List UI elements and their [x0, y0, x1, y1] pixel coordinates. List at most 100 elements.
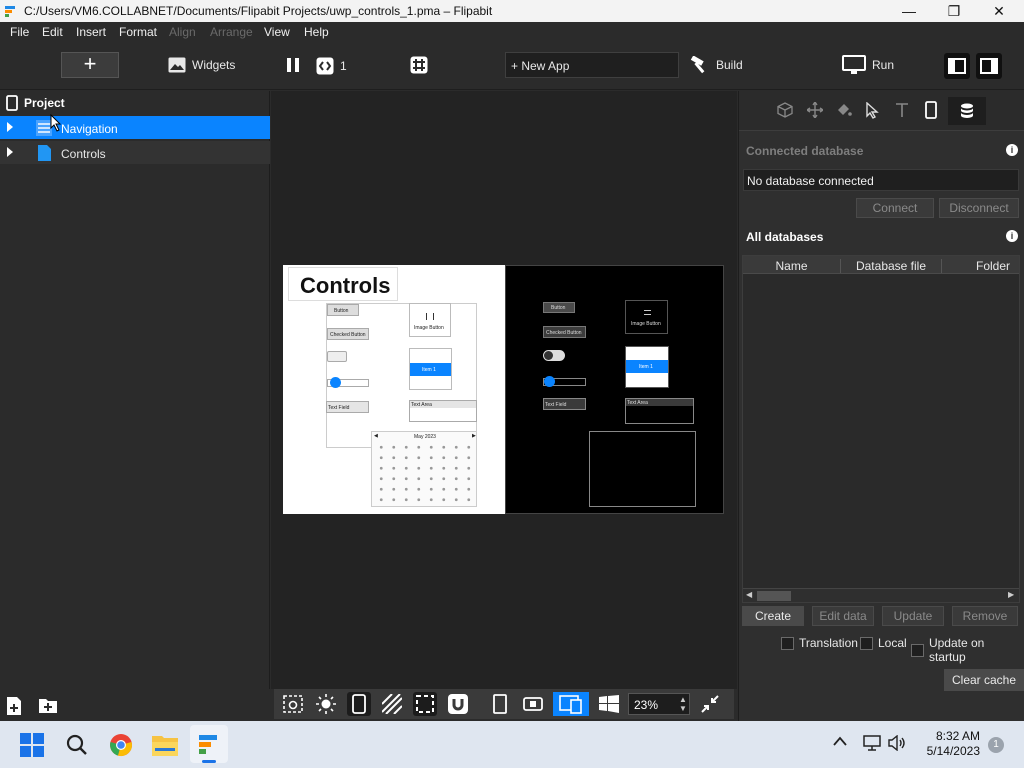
dark-image-button[interactable]: Image Button — [625, 300, 668, 334]
dark-switch[interactable] — [543, 350, 565, 361]
network-icon[interactable] — [863, 735, 881, 754]
selection-icon[interactable] — [413, 692, 437, 716]
design-canvas[interactable]: Controls Button Checked Button Text Fiel… — [271, 91, 737, 689]
column-name[interactable]: Name — [743, 259, 841, 273]
light-slider[interactable] — [327, 377, 369, 388]
remove-button[interactable]: Remove — [952, 606, 1018, 626]
close-button[interactable]: ✕ — [976, 0, 1022, 22]
widgets-button[interactable]: Widgets — [168, 57, 235, 73]
toggle-left-panel-button[interactable] — [944, 53, 970, 79]
expand-arrow-icon[interactable] — [6, 146, 14, 161]
collapse-icon[interactable] — [698, 692, 722, 716]
zoom-spinbox[interactable]: 23% ▲ ▼ — [628, 693, 690, 715]
update-on-startup-checkbox[interactable] — [911, 643, 924, 657]
update-button[interactable]: Update — [882, 606, 944, 626]
list-item-selected[interactable]: Item 1 — [410, 363, 451, 376]
light-list[interactable]: Item 1 — [409, 348, 452, 390]
databases-table[interactable]: Name Database file Folder ◀ ▶ — [742, 255, 1020, 603]
light-image-button[interactable]: Image Button — [409, 303, 451, 337]
update-on-startup-option[interactable]: Update on startup — [911, 636, 1024, 664]
move-icon[interactable] — [806, 101, 824, 121]
pause-button[interactable] — [286, 57, 300, 76]
zoom-down-icon[interactable]: ▼ — [679, 704, 687, 713]
clock[interactable]: 8:32 AM 5/14/2023 — [918, 729, 980, 759]
dark-page-preview[interactable]: Button Checked Button Text Field Image B… — [505, 265, 724, 514]
volume-icon[interactable] — [888, 734, 906, 754]
notification-badge[interactable]: 1 — [988, 737, 1004, 753]
add-folder-button[interactable] — [39, 698, 57, 716]
magnet-icon[interactable] — [446, 692, 470, 716]
dark-list[interactable]: Item 1 — [625, 346, 669, 388]
light-text-field[interactable]: Text Field — [326, 401, 369, 413]
toggle-right-panel-button[interactable] — [976, 53, 1002, 79]
column-folder[interactable]: Folder — [942, 259, 1019, 273]
brightness-icon[interactable] — [314, 692, 338, 716]
flipabit-taskbar-icon[interactable] — [190, 725, 228, 763]
info-icon[interactable]: i — [1006, 144, 1018, 156]
tree-item-navigation[interactable]: Navigation — [0, 114, 270, 139]
info-icon[interactable]: i — [1006, 230, 1018, 242]
light-checked-button[interactable]: Checked Button — [327, 328, 369, 340]
translation-checkbox[interactable] — [781, 636, 794, 650]
calendar-days-grid[interactable] — [375, 442, 475, 505]
scroll-left-icon[interactable]: ◀ — [746, 590, 752, 599]
connect-button[interactable]: Connect — [856, 198, 934, 218]
menu-view[interactable]: View — [264, 25, 290, 39]
dark-slider[interactable] — [543, 376, 586, 387]
database-tab[interactable] — [948, 97, 986, 125]
light-page-preview[interactable]: Controls Button Checked Button Text Fiel… — [283, 265, 505, 514]
local-option[interactable]: Local — [860, 636, 907, 650]
start-icon[interactable] — [16, 729, 48, 761]
paint-bucket-icon[interactable] — [836, 102, 852, 121]
switch-knob[interactable] — [544, 351, 553, 360]
clear-cache-button[interactable]: Clear cache — [944, 669, 1024, 691]
landscape-icon[interactable] — [521, 692, 545, 716]
zoom-up-icon[interactable]: ▲ — [679, 695, 687, 704]
text-icon[interactable] — [895, 102, 909, 121]
add-page-button[interactable] — [7, 697, 23, 718]
hatch-icon[interactable] — [380, 692, 404, 716]
light-button[interactable]: Button — [327, 304, 359, 316]
horizontal-scrollbar[interactable]: ◀ ▶ — [743, 588, 1019, 602]
disconnect-button[interactable]: Disconnect — [939, 198, 1019, 218]
calendar-next-icon[interactable]: ▶ — [472, 433, 476, 439]
list-item-selected[interactable]: Item 1 — [626, 360, 668, 373]
page-selector[interactable]: 1 — [316, 57, 347, 75]
menu-edit[interactable]: Edit — [42, 25, 63, 39]
light-text-area[interactable]: Text Area — [409, 400, 477, 422]
tree-item-controls[interactable]: Controls — [0, 141, 270, 164]
search-icon[interactable] — [61, 729, 93, 761]
dark-button[interactable]: Button — [543, 302, 575, 313]
chevron-up-icon[interactable] — [833, 735, 847, 749]
expand-arrow-icon[interactable] — [6, 121, 14, 136]
screenshot-icon[interactable] — [281, 692, 305, 716]
cube-icon[interactable] — [777, 102, 793, 121]
dark-checked-button[interactable]: Checked Button — [543, 326, 586, 338]
edit-data-button[interactable]: Edit data — [812, 606, 874, 626]
create-button[interactable]: Create — [742, 606, 804, 626]
slider-handle[interactable] — [544, 376, 555, 387]
dark-text-area[interactable]: Text Area — [625, 398, 694, 424]
device-icon[interactable] — [925, 101, 937, 122]
pointer-icon[interactable] — [866, 101, 880, 122]
new-app-button[interactable]: + New App — [505, 52, 679, 78]
portrait-icon[interactable] — [488, 692, 512, 716]
build-button[interactable]: Build — [690, 56, 743, 74]
multi-device-icon[interactable] — [553, 692, 589, 716]
slider-handle[interactable] — [330, 377, 341, 388]
scroll-right-icon[interactable]: ▶ — [1008, 590, 1014, 599]
calendar-prev-icon[interactable]: ◀ — [374, 433, 378, 439]
minimize-button[interactable]: — — [886, 0, 932, 22]
menu-arrange[interactable]: Arrange — [210, 25, 253, 39]
menu-file[interactable]: File — [10, 25, 29, 39]
grid-button[interactable] — [410, 56, 428, 77]
windows-icon[interactable] — [597, 692, 621, 716]
file-explorer-icon[interactable] — [149, 729, 181, 761]
menu-help[interactable]: Help — [304, 25, 329, 39]
add-button[interactable]: + — [61, 52, 119, 78]
menu-insert[interactable]: Insert — [76, 25, 106, 39]
dark-calendar[interactable] — [589, 431, 696, 507]
light-calendar[interactable]: May 2023 ◀ ▶ — [371, 431, 477, 507]
light-switch[interactable] — [327, 351, 347, 362]
chrome-icon[interactable] — [105, 729, 137, 761]
